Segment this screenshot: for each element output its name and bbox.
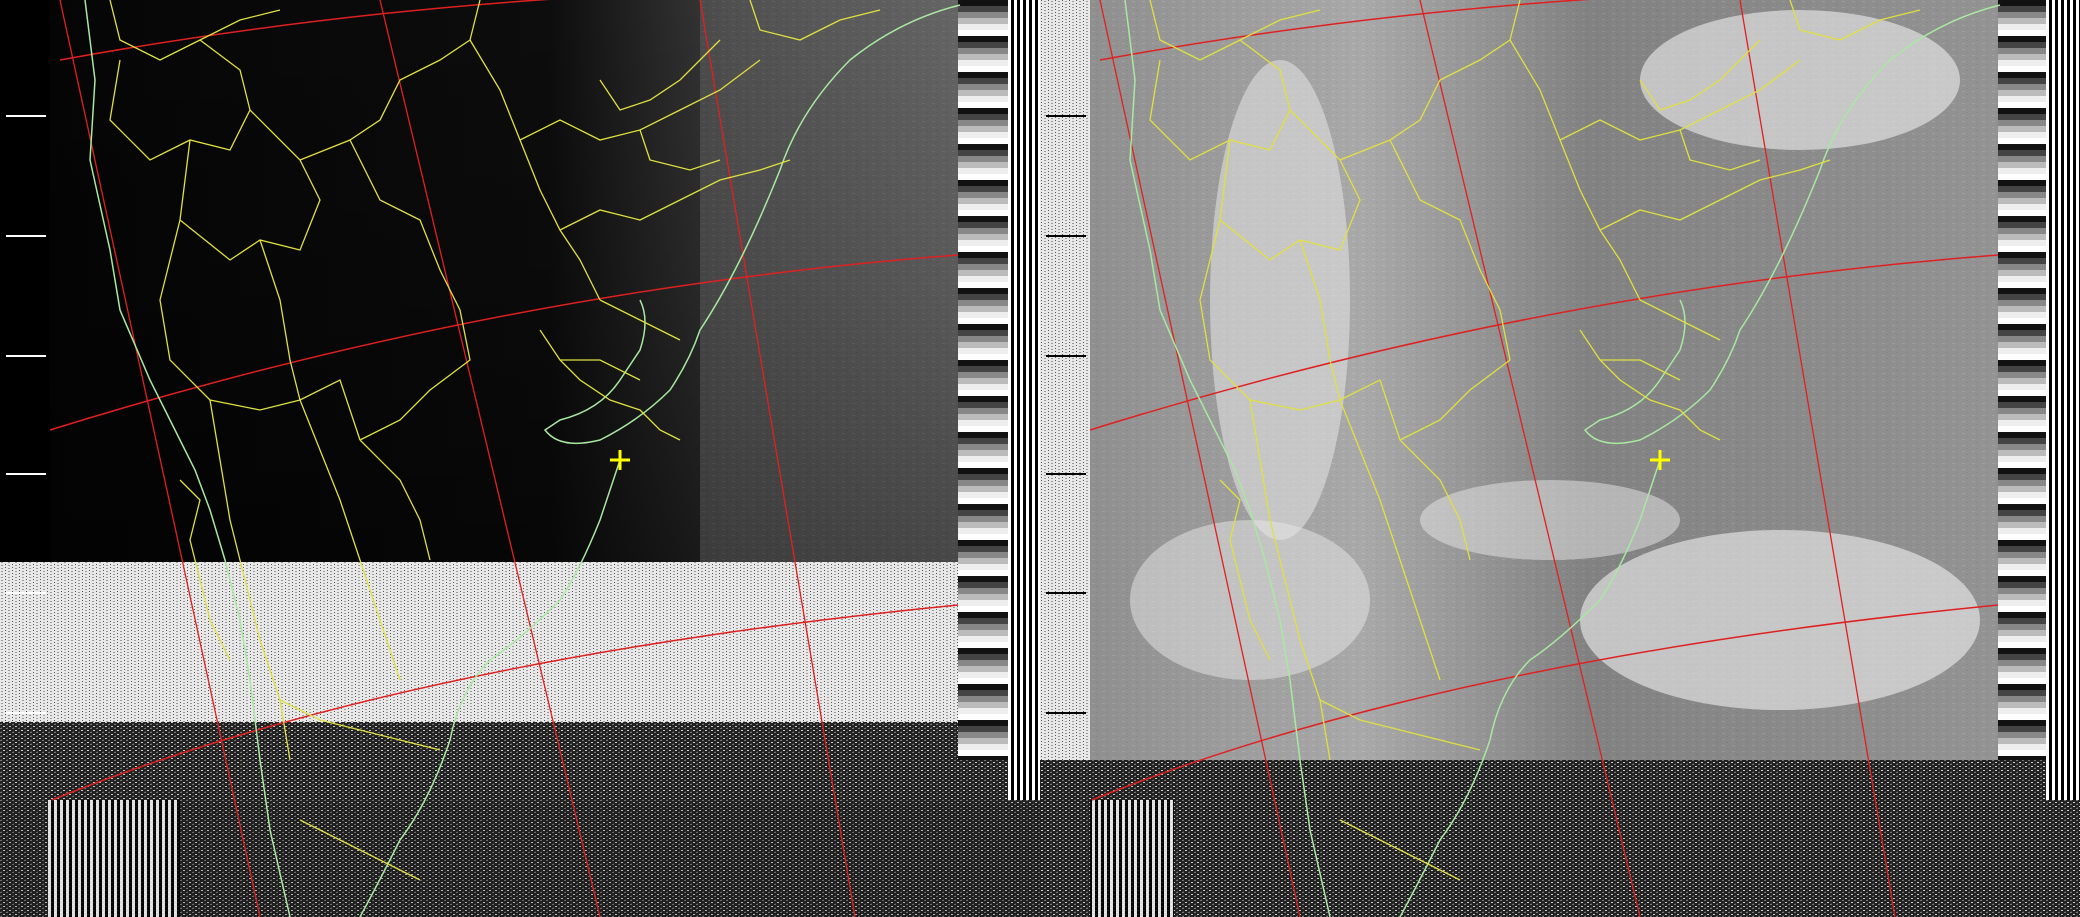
channel-b-panel	[1040, 0, 2080, 917]
satellite-image	[0, 0, 2080, 917]
channel-a-panel	[0, 0, 1040, 917]
